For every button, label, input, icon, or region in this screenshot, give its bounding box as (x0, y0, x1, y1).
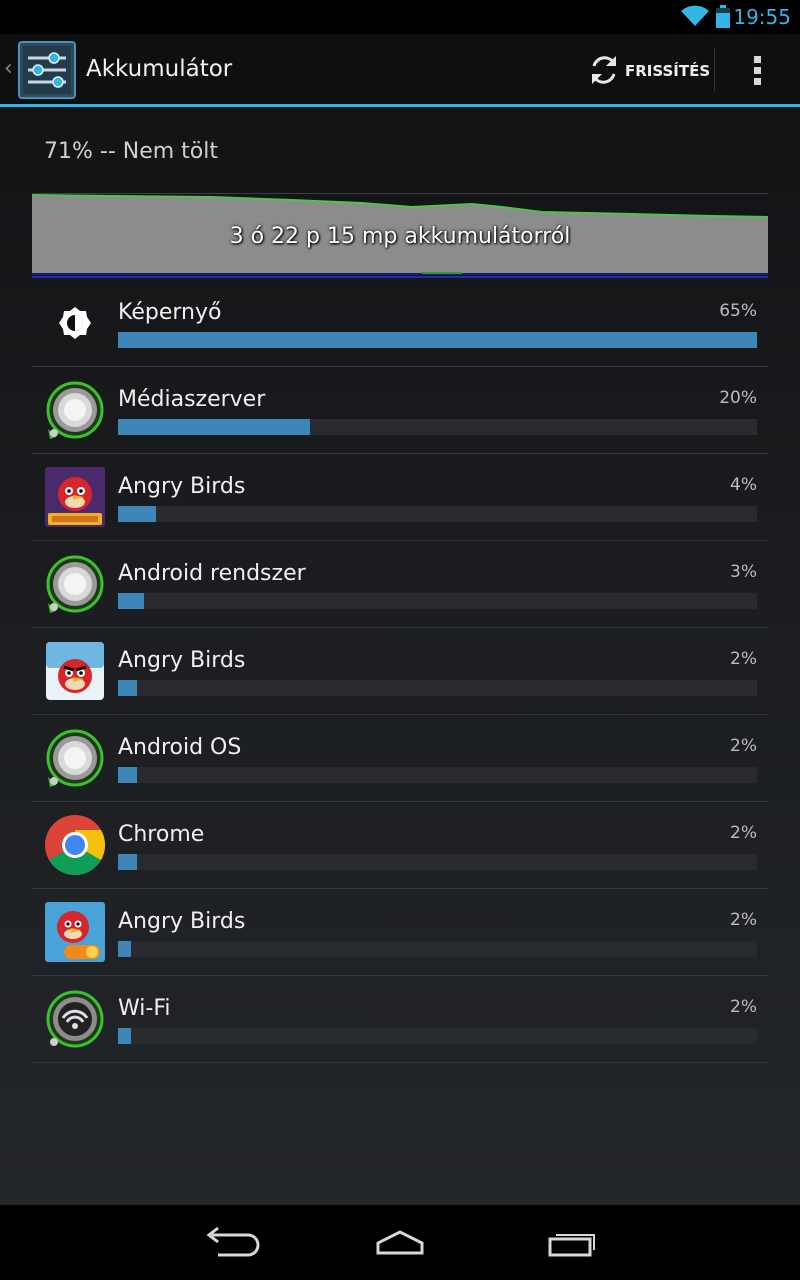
battery-duration-label: 3 ó 22 p 15 mp akkumulátorról (229, 224, 571, 249)
usage-bar-track (118, 419, 757, 435)
status-bar: 19:55 (0, 0, 800, 34)
usage-row[interactable]: Wi-Fi 2% (32, 976, 768, 1063)
usage-bar-fill (118, 854, 138, 870)
usage-row[interactable]: Chrome 2% (32, 802, 768, 889)
recent-apps-icon[interactable] (530, 1219, 610, 1265)
usage-bar-track (118, 680, 757, 696)
wifi-settings-icon (44, 988, 106, 1050)
usage-row[interactable]: Angry Birds 2% (32, 889, 768, 976)
navigation-bar (0, 1205, 800, 1280)
usage-bar-track (118, 332, 757, 348)
usage-bar-fill (118, 1028, 131, 1044)
battery-usage-list: Képernyő 65% Médiaszerver 20% Angry Birds 4… (32, 280, 768, 1063)
refresh-label: FRISSÍTÉS (625, 62, 711, 80)
usage-app-name: Képernyő (118, 300, 222, 325)
usage-bar-fill (118, 506, 157, 522)
usage-bar-track (118, 593, 757, 609)
usage-bar-track (118, 941, 757, 957)
usage-row[interactable]: Médiaszerver 20% (32, 367, 768, 454)
wifi-icon (680, 4, 710, 32)
usage-app-name: Wi-Fi (118, 996, 171, 1021)
usage-bar-fill (118, 419, 310, 435)
android-system-icon (44, 553, 106, 615)
page-title: Akkumulátor (86, 56, 233, 82)
overflow-menu-icon[interactable] (740, 48, 776, 92)
usage-row[interactable]: Képernyő 65% (32, 280, 768, 367)
angry-birds-icon (44, 640, 106, 702)
angry-birds-seasons-icon (44, 466, 106, 528)
up-caret-icon[interactable]: ‹ (4, 56, 13, 81)
usage-bar-track (118, 1028, 757, 1044)
usage-percent: 4% (730, 475, 757, 495)
status-time: 19:55 (733, 5, 791, 29)
usage-bar-fill (118, 680, 138, 696)
usage-row[interactable]: Android rendszer 3% (32, 541, 768, 628)
usage-percent: 2% (730, 823, 757, 843)
usage-app-name: Angry Birds (118, 909, 246, 934)
home-icon[interactable] (360, 1219, 440, 1265)
usage-app-name: Médiaszerver (118, 387, 266, 412)
chrome-icon (44, 814, 106, 876)
usage-percent: 2% (730, 649, 757, 669)
back-icon[interactable] (190, 1219, 270, 1265)
usage-app-name: Android OS (118, 735, 242, 760)
battery-status-text: 71% -- Nem tölt (44, 139, 219, 164)
usage-bar-fill (118, 332, 757, 348)
usage-bar-track (118, 767, 757, 783)
usage-app-name: Chrome (118, 822, 205, 847)
usage-percent: 2% (730, 997, 757, 1017)
usage-app-name: Angry Birds (118, 648, 246, 673)
settings-sliders-icon[interactable] (18, 41, 76, 99)
usage-app-name: Angry Birds (118, 474, 246, 499)
action-bar-divider (0, 104, 800, 107)
usage-bar-track (118, 854, 757, 870)
usage-row[interactable]: Android OS 2% (32, 715, 768, 802)
action-divider (714, 48, 715, 92)
usage-app-name: Android rendszer (118, 561, 306, 586)
angry-birds-rio-icon (44, 901, 106, 963)
usage-bar-fill (118, 593, 144, 609)
refresh-button[interactable]: FRISSÍTÉS (585, 42, 713, 98)
usage-row[interactable]: Angry Birds 2% (32, 628, 768, 715)
battery-icon (715, 5, 731, 33)
usage-row[interactable]: Angry Birds 4% (32, 454, 768, 541)
brightness-icon (44, 292, 106, 354)
usage-percent: 3% (730, 562, 757, 582)
usage-bar-fill (118, 767, 138, 783)
android-system-icon (44, 379, 106, 441)
usage-percent: 2% (730, 910, 757, 930)
battery-usage-screen: 19:55 ‹ Akkumulátor FRISSÍTÉS 71% -- Nem… (0, 0, 800, 1280)
refresh-icon (587, 52, 621, 92)
android-system-icon (44, 727, 106, 789)
battery-history-graph[interactable]: 3 ó 22 p 15 mp akkumulátorról (31, 193, 769, 280)
usage-percent: 65% (719, 301, 757, 321)
usage-percent: 2% (730, 736, 757, 756)
usage-bar-fill (118, 941, 131, 957)
usage-percent: 20% (719, 388, 757, 408)
usage-bar-track (118, 506, 757, 522)
